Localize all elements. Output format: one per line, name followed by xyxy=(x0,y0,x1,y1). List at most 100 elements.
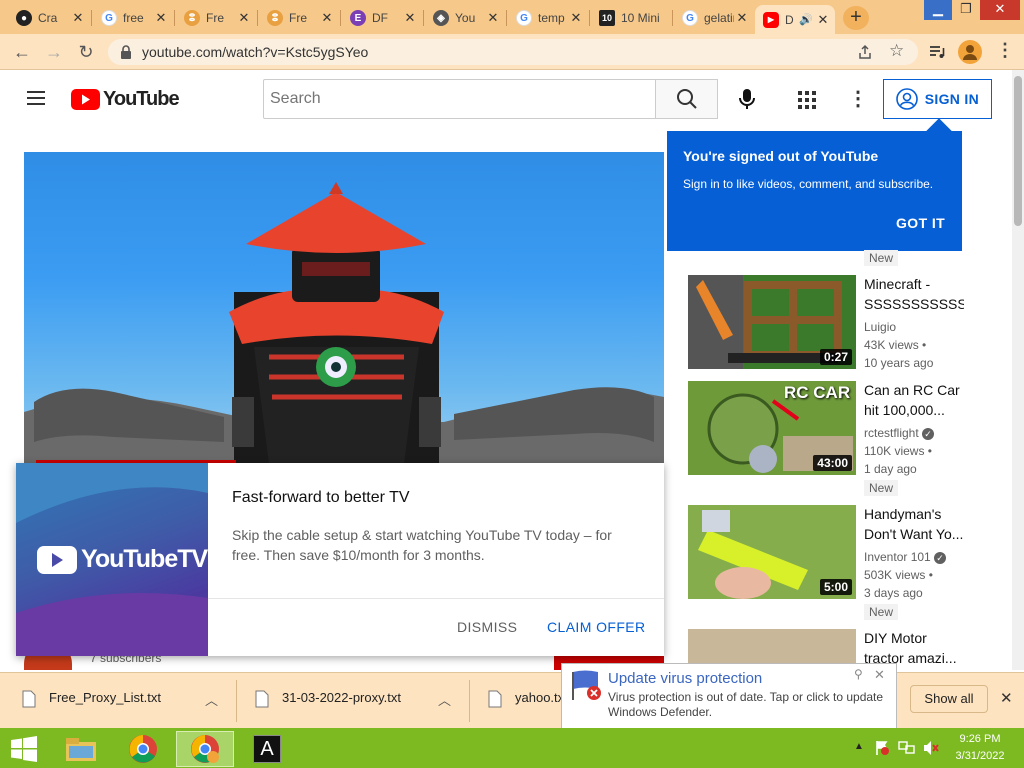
new-badge: New xyxy=(864,604,898,620)
close-notification-icon[interactable]: ✕ xyxy=(874,667,885,683)
tray-expand-icon[interactable]: ▲ xyxy=(854,741,864,752)
close-tab-icon[interactable]: ✕ xyxy=(815,12,831,28)
reload-button[interactable]: ↻ xyxy=(74,40,98,64)
download-item-2[interactable]: 31-03-2022-proxy.txt xyxy=(282,690,401,705)
minimize-button[interactable]: ▁ xyxy=(924,0,952,20)
tab-divider xyxy=(672,10,673,26)
action-center-flag-icon[interactable] xyxy=(874,740,890,756)
channel-name[interactable]: rctestflight ✓ xyxy=(864,426,935,440)
video-player[interactable] xyxy=(24,152,664,464)
channel-name[interactable]: Luigio xyxy=(864,320,896,334)
download-item-3[interactable]: yahoo.txt xyxy=(515,690,568,705)
youtube-logo[interactable]: YouTube xyxy=(71,88,180,111)
close-tab-icon[interactable]: ✕ xyxy=(734,10,750,26)
volume-muted-icon[interactable] xyxy=(922,740,940,756)
video-duration: 0:27 xyxy=(819,349,852,365)
clock-time[interactable]: 9:26 PM xyxy=(958,733,1002,745)
close-tab-icon[interactable]: ✕ xyxy=(236,10,252,26)
notification-title: Update virus protection xyxy=(608,670,763,687)
file-explorer-icon[interactable] xyxy=(52,731,110,767)
offer-body: Skip the cable setup & start watching Yo… xyxy=(232,527,612,563)
dismiss-button[interactable]: DISMISS xyxy=(457,619,517,635)
close-tab-icon[interactable]: ✕ xyxy=(402,10,418,26)
profile-avatar-icon[interactable] xyxy=(958,40,982,64)
proxy-icon: ⵓ xyxy=(267,10,283,26)
tab-2[interactable]: G free ✕ xyxy=(93,5,173,31)
new-tab-button[interactable]: + xyxy=(843,6,869,30)
windows-defender-notification[interactable]: Update virus protection Virus protection… xyxy=(561,663,897,729)
dfr-icon: E xyxy=(350,10,366,26)
tab-1[interactable]: ● Cra ✕ xyxy=(8,5,90,31)
video-thumbnail-rc-car[interactable]: RC CAR 43:00 xyxy=(688,381,856,475)
clock-date[interactable]: 3/31/2022 xyxy=(952,750,1008,762)
chrome-icon[interactable] xyxy=(114,731,172,767)
speaker-icon[interactable]: 🔊 xyxy=(799,13,813,26)
tab-divider xyxy=(506,10,507,26)
close-tab-icon[interactable]: ✕ xyxy=(485,10,501,26)
video-title[interactable]: Minecraft - SSSSSSSSSSSSS xyxy=(864,274,964,314)
chrome-profile-icon[interactable] xyxy=(176,731,234,767)
tab-10-active[interactable]: ▶ D 🔊 ✕ xyxy=(755,5,835,34)
proxy-icon: ⵓ xyxy=(184,10,200,26)
browser-menu-icon[interactable]: ⋮ xyxy=(996,40,1014,61)
microphone-icon[interactable] xyxy=(737,87,757,111)
maximize-button[interactable]: ❐ xyxy=(952,0,980,20)
media-queue-icon[interactable] xyxy=(929,44,945,60)
upload-age: 3 days ago xyxy=(864,586,923,600)
show-all-button[interactable]: Show all xyxy=(910,685,988,713)
close-download-bar-icon[interactable]: ✕ xyxy=(1000,689,1013,707)
file-icon xyxy=(488,690,502,708)
close-tab-icon[interactable]: ✕ xyxy=(70,10,86,26)
tab-7[interactable]: G temp m ✕ xyxy=(508,5,588,31)
video-title[interactable]: Can an RC Car hit 100,000... xyxy=(864,380,964,420)
video-thumbnail-minecraft[interactable]: 0:27 xyxy=(688,275,856,369)
new-badge: New xyxy=(864,480,898,496)
apps-grid-icon[interactable] xyxy=(797,90,817,110)
forward-button[interactable]: → xyxy=(42,40,66,64)
video-thumbnail-lighter[interactable]: 5:00 xyxy=(688,505,856,599)
search-button[interactable] xyxy=(655,79,718,119)
scrollbar-thumb[interactable] xyxy=(1014,76,1022,226)
pin-icon[interactable]: ⚲ xyxy=(854,667,863,681)
ten-icon: 10 xyxy=(599,10,615,26)
back-button[interactable]: ← xyxy=(10,40,34,64)
tab-9[interactable]: G gelatin ✕ xyxy=(674,5,754,31)
lego-ninja-frame xyxy=(24,182,664,464)
tab-8[interactable]: 10 10 Mini xyxy=(591,5,671,31)
upload-age: 1 day ago xyxy=(864,462,917,476)
tab-6[interactable]: ◈ You ✕ xyxy=(425,5,505,31)
tab-5[interactable]: E DF ✕ xyxy=(342,5,422,31)
tab-divider xyxy=(423,10,424,26)
share-icon[interactable] xyxy=(857,44,873,60)
search-input[interactable] xyxy=(263,79,657,119)
tab-3[interactable]: ⵓ Fre ✕ xyxy=(176,5,256,31)
font-app-icon[interactable]: A xyxy=(238,731,296,767)
claim-offer-button[interactable]: CLAIM OFFER xyxy=(547,619,646,635)
video-title[interactable]: Handyman's Don't Want Yo... xyxy=(864,504,964,544)
github-icon: ● xyxy=(16,10,32,26)
shield-icon: ◈ xyxy=(433,10,449,26)
settings-more-icon[interactable]: ⋮ xyxy=(848,86,868,111)
close-tab-icon[interactable]: ✕ xyxy=(319,10,335,26)
verified-icon: ✓ xyxy=(934,552,947,564)
download-divider xyxy=(236,680,237,722)
hamburger-menu-icon[interactable] xyxy=(27,91,45,109)
chevron-up-icon[interactable]: ︿ xyxy=(205,690,218,709)
tab-4[interactable]: ⵓ Fre ✕ xyxy=(259,5,339,31)
bookmark-star-icon[interactable]: ☆ xyxy=(889,41,904,61)
chevron-up-icon[interactable]: ︿ xyxy=(438,690,451,709)
channel-name[interactable]: Inventor 101 ✓ xyxy=(864,550,947,564)
download-item-1[interactable]: Free_Proxy_List.txt xyxy=(49,690,161,705)
youtube-icon: ▶ xyxy=(763,11,779,28)
sign-in-button[interactable]: SIGN IN xyxy=(883,79,992,119)
google-icon: G xyxy=(682,10,698,26)
close-window-button[interactable]: ✕ xyxy=(980,0,1020,20)
windows-start-icon[interactable] xyxy=(10,736,38,762)
network-icon[interactable] xyxy=(898,740,916,756)
close-tab-icon[interactable]: ✕ xyxy=(153,10,169,26)
close-tab-icon[interactable]: ✕ xyxy=(568,10,584,26)
youtube-tv-logo: YouTubeTV xyxy=(37,545,208,574)
security-flag-icon xyxy=(572,670,601,700)
video-duration: 43:00 xyxy=(813,455,852,471)
got-it-button[interactable]: GOT IT xyxy=(896,215,945,231)
